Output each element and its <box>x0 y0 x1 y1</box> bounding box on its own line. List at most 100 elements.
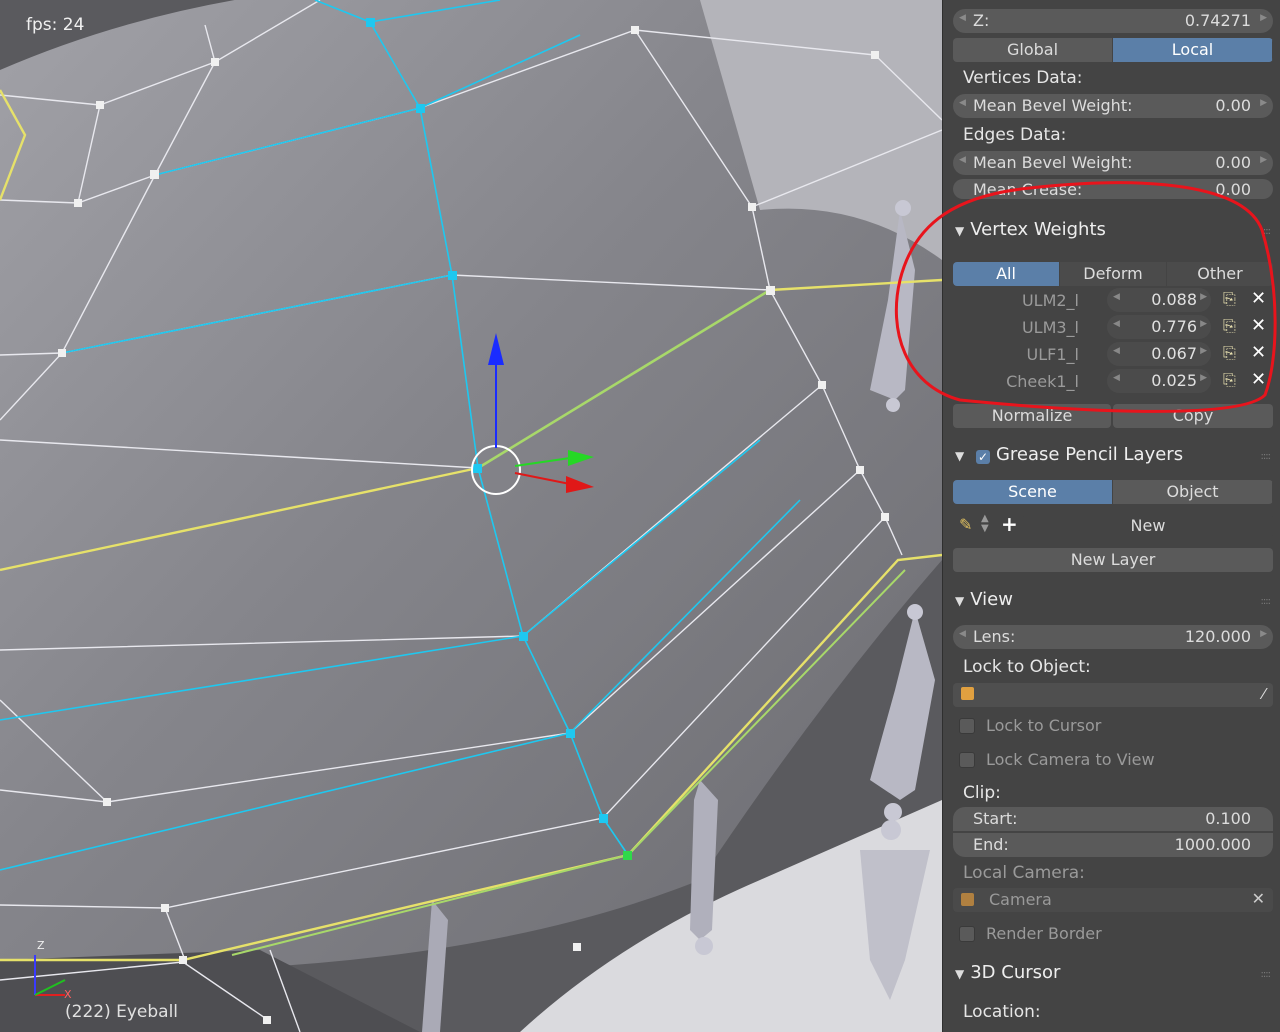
vertex-weights-filter[interactable]: All Deform Other <box>953 262 1273 286</box>
render-border-label: Render Border <box>986 924 1102 943</box>
tab-all[interactable]: All <box>953 262 1060 286</box>
properties-panel[interactable]: ◀ Z: 0.74271 ▶ Global Local Vertices Dat… <box>942 0 1280 1032</box>
vertex-mean-bevel-label: Mean Bevel Weight: <box>973 96 1133 115</box>
local-camera-label: Local Camera: <box>963 863 1085 883</box>
global-button[interactable]: Global <box>953 38 1113 62</box>
delete-weight-icon[interactable]: ✕ <box>1251 315 1266 336</box>
lock-object-field[interactable]: ⁄ <box>953 683 1273 707</box>
3d-viewport[interactable]: fps: 24 (222) Eyeball Z X <box>0 0 942 1032</box>
grease-pencil-source-toggle[interactable]: Scene Object <box>953 480 1273 504</box>
tab-deform[interactable]: Deform <box>1060 262 1167 286</box>
decrement-arrow-icon[interactable]: ◀ <box>959 98 966 108</box>
clip-start-field[interactable]: Start: 0.100 <box>953 807 1273 831</box>
lock-to-cursor-checkbox[interactable] <box>959 718 975 734</box>
decrement-arrow-icon[interactable]: ◀ <box>959 13 966 23</box>
edge-mean-crease-value: 0.00 <box>1215 180 1251 199</box>
lens-field[interactable]: ◀ Lens: 120.000 ▶ <box>953 625 1273 649</box>
weight-field[interactable]: ◀ 0.025 ▶ <box>1107 369 1211 393</box>
vertex-weights-header[interactable]: ▼ Vertex Weights <box>955 219 1106 240</box>
new-layer-button[interactable]: New Layer <box>953 548 1273 572</box>
drag-grip-icon[interactable]: :::: <box>1261 451 1272 462</box>
up-down-arrows-icon[interactable]: ▲ ▼ <box>981 514 989 534</box>
weight-field[interactable]: ◀ 0.067 ▶ <box>1107 342 1211 366</box>
lock-to-cursor-label: Lock to Cursor <box>986 716 1102 735</box>
delete-weight-icon[interactable]: ✕ <box>1251 369 1266 390</box>
drag-grip-icon[interactable]: :::: <box>1261 596 1272 607</box>
increment-arrow-icon[interactable]: ▶ <box>1260 629 1267 639</box>
clear-icon[interactable]: ✕ <box>1252 889 1265 908</box>
add-icon[interactable]: + <box>1001 512 1018 536</box>
lock-camera-to-view-label: Lock Camera to View <box>986 750 1155 769</box>
clip-start-value: 0.100 <box>1205 809 1251 828</box>
grease-pencil-checkbox[interactable]: ✓ <box>975 450 990 464</box>
collapse-triangle-icon[interactable]: ▼ <box>955 449 964 463</box>
edge-mean-bevel-label: Mean Bevel Weight: <box>973 153 1133 172</box>
drag-grip-icon[interactable]: :::: <box>1261 969 1272 980</box>
copy-weight-icon[interactable]: ⎘ <box>1223 316 1236 336</box>
object-button[interactable]: Object <box>1113 480 1273 504</box>
edges-data-title: Edges Data: <box>963 125 1067 145</box>
pencil-icon[interactable]: ✎ <box>959 515 972 534</box>
decrement-arrow-icon[interactable]: ◀ <box>959 155 966 165</box>
local-camera-field[interactable]: Camera ✕ <box>953 888 1273 912</box>
vertex-group-name[interactable]: ULM2_l <box>1022 291 1079 310</box>
delete-weight-icon[interactable]: ✕ <box>1251 288 1266 309</box>
collapse-triangle-icon[interactable]: ▼ <box>955 967 964 981</box>
view-title: View <box>970 589 1013 610</box>
camera-value: Camera <box>989 890 1052 909</box>
local-button[interactable]: Local <box>1113 38 1273 62</box>
increment-arrow-icon[interactable]: ▶ <box>1260 155 1267 165</box>
edge-mean-crease-label: Mean Crease: <box>973 180 1083 199</box>
tab-other[interactable]: Other <box>1167 262 1273 286</box>
copy-button[interactable]: Copy <box>1113 404 1273 428</box>
grease-pencil-header[interactable]: ▼ ✓ Grease Pencil Layers <box>955 444 1183 465</box>
decrement-arrow-icon[interactable]: ◀ <box>959 629 966 639</box>
z-field[interactable]: ◀ Z: 0.74271 ▶ <box>953 9 1273 33</box>
vertex-group-name[interactable]: Cheek1_l <box>1006 372 1079 391</box>
weight-field[interactable]: ◀ 0.776 ▶ <box>1107 315 1211 339</box>
increment-arrow-icon[interactable]: ▶ <box>1260 13 1267 23</box>
lens-value: 120.000 <box>1184 627 1251 646</box>
axis-z-label: Z <box>37 939 45 952</box>
lock-to-object-label: Lock to Object: <box>963 657 1091 677</box>
copy-weight-icon[interactable]: ⎘ <box>1223 370 1236 390</box>
object-label: (222) Eyeball <box>65 1002 179 1022</box>
vertex-mean-bevel-field[interactable]: ◀ Mean Bevel Weight: 0.00 ▶ <box>953 94 1273 118</box>
vertices-data-title: Vertices Data: <box>963 68 1083 88</box>
lock-camera-to-view-checkbox[interactable] <box>959 752 975 768</box>
delete-weight-icon[interactable]: ✕ <box>1251 342 1266 363</box>
transform-space-toggle[interactable]: Global Local <box>953 38 1273 62</box>
new-grease-pencil-button[interactable]: New <box>1023 514 1273 538</box>
render-border-checkbox[interactable] <box>959 926 975 942</box>
scene-button[interactable]: Scene <box>953 480 1113 504</box>
normalize-button[interactable]: Normalize <box>953 404 1111 428</box>
view-header[interactable]: ▼ View <box>955 589 1013 610</box>
collapse-triangle-icon[interactable]: ▼ <box>955 224 964 238</box>
weight-field[interactable]: ◀ 0.088 ▶ <box>1107 288 1211 312</box>
lens-label: Lens: <box>973 627 1016 646</box>
drag-grip-icon[interactable]: :::: <box>1261 226 1272 237</box>
axis-x-label: X <box>64 988 72 1001</box>
z-label: Z: <box>973 11 990 30</box>
clip-end-field[interactable]: End: 1000.000 <box>953 833 1273 857</box>
vertex-mean-bevel-value: 0.00 <box>1215 96 1251 115</box>
edge-mean-bevel-value: 0.00 <box>1215 153 1251 172</box>
mesh-view[interactable] <box>0 0 942 1032</box>
vertex-group-name[interactable]: ULM3_l <box>1022 318 1079 337</box>
edge-mean-crease-field[interactable]: Mean Crease: 0.00 <box>953 179 1273 199</box>
copy-weight-icon[interactable]: ⎘ <box>1223 289 1236 309</box>
edge-mean-bevel-field[interactable]: ◀ Mean Bevel Weight: 0.00 ▶ <box>953 151 1273 175</box>
cube-icon <box>961 687 974 700</box>
increment-arrow-icon[interactable]: ▶ <box>1260 98 1267 108</box>
vertex-weights-title: Vertex Weights <box>970 219 1106 240</box>
vertex-weight-row: ULM3_l ◀ 0.776 ▶ ⎘ ✕ <box>955 315 1275 341</box>
eyedropper-icon[interactable]: ⁄ <box>1262 685 1265 703</box>
vertex-group-name[interactable]: ULF1_l <box>1027 345 1079 364</box>
3d-cursor-header[interactable]: ▼ 3D Cursor <box>955 962 1060 983</box>
clip-start-label: Start: <box>973 809 1018 828</box>
copy-weight-icon[interactable]: ⎘ <box>1223 343 1236 363</box>
camera-object-icon <box>961 893 974 906</box>
clip-end-value: 1000.000 <box>1174 835 1251 854</box>
collapse-triangle-icon[interactable]: ▼ <box>955 594 964 608</box>
fps-counter: fps: 24 <box>26 15 85 35</box>
